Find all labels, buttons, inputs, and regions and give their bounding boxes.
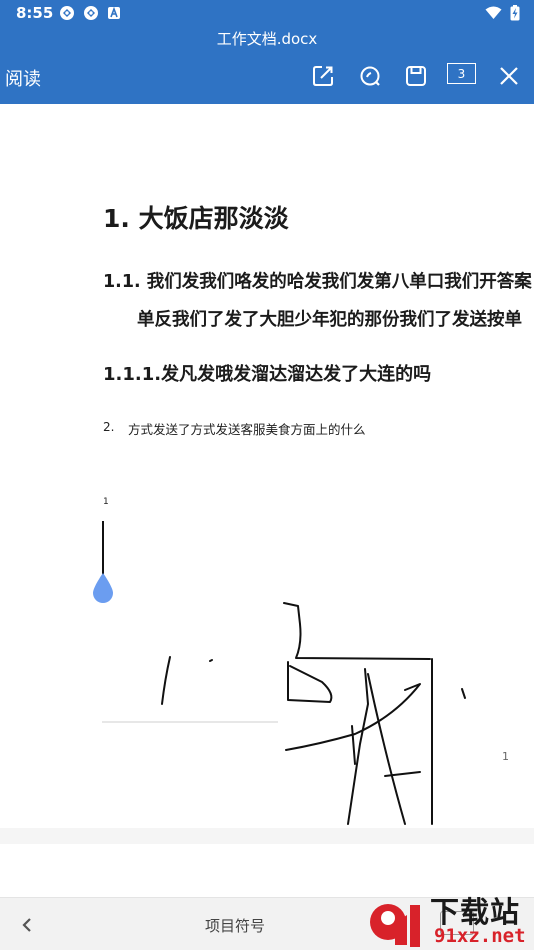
edit-icon bbox=[313, 66, 333, 86]
status-bar: 8:55 bbox=[0, 0, 534, 27]
wifi-icon bbox=[485, 6, 502, 19]
ink-stroke bbox=[461, 688, 466, 699]
page-count-button[interactable]: 3 bbox=[447, 63, 476, 84]
notification-icons bbox=[59, 5, 121, 21]
ink-stroke bbox=[161, 656, 171, 705]
save-button[interactable] bbox=[401, 61, 431, 91]
read-mode-label[interactable]: 阅读 bbox=[5, 65, 41, 91]
close-button[interactable] bbox=[494, 61, 524, 91]
system-icons bbox=[485, 5, 520, 21]
font-app-icon bbox=[108, 6, 120, 19]
sync-icon bbox=[60, 6, 74, 20]
document-page[interactable]: 1. 大饭店那淡淡 1.1. 我们发我们咯发的哈发我们发第八单口我们开答案 单反… bbox=[0, 104, 534, 844]
watermark-url: 91xz.net bbox=[434, 925, 526, 947]
ink-stroke bbox=[287, 661, 333, 703]
search-button[interactable] bbox=[355, 61, 385, 91]
status-time: 8:55 bbox=[16, 4, 54, 22]
search-icon bbox=[360, 66, 380, 86]
ink-stroke bbox=[283, 602, 431, 660]
ink-stroke bbox=[367, 673, 406, 825]
sync-icon bbox=[84, 6, 98, 20]
ink-stroke bbox=[351, 725, 356, 765]
page-number: 1 bbox=[502, 750, 509, 763]
page-gap bbox=[0, 828, 534, 844]
file-title: 工作文档.docx bbox=[0, 27, 534, 51]
top-toolbar: 阅读 3 bbox=[0, 51, 534, 104]
save-icon bbox=[406, 66, 426, 86]
ink-stroke bbox=[347, 668, 369, 825]
edit-button[interactable] bbox=[308, 61, 338, 91]
battery-charging-icon bbox=[510, 5, 520, 21]
close-icon bbox=[500, 67, 518, 85]
ink-stroke bbox=[209, 659, 213, 662]
app-screen: 8:55 工作文档.docx 阅读 3 1. 大饭店那淡淡 1.1. 我们发我们… bbox=[0, 0, 534, 950]
handwriting-ink bbox=[102, 602, 466, 825]
